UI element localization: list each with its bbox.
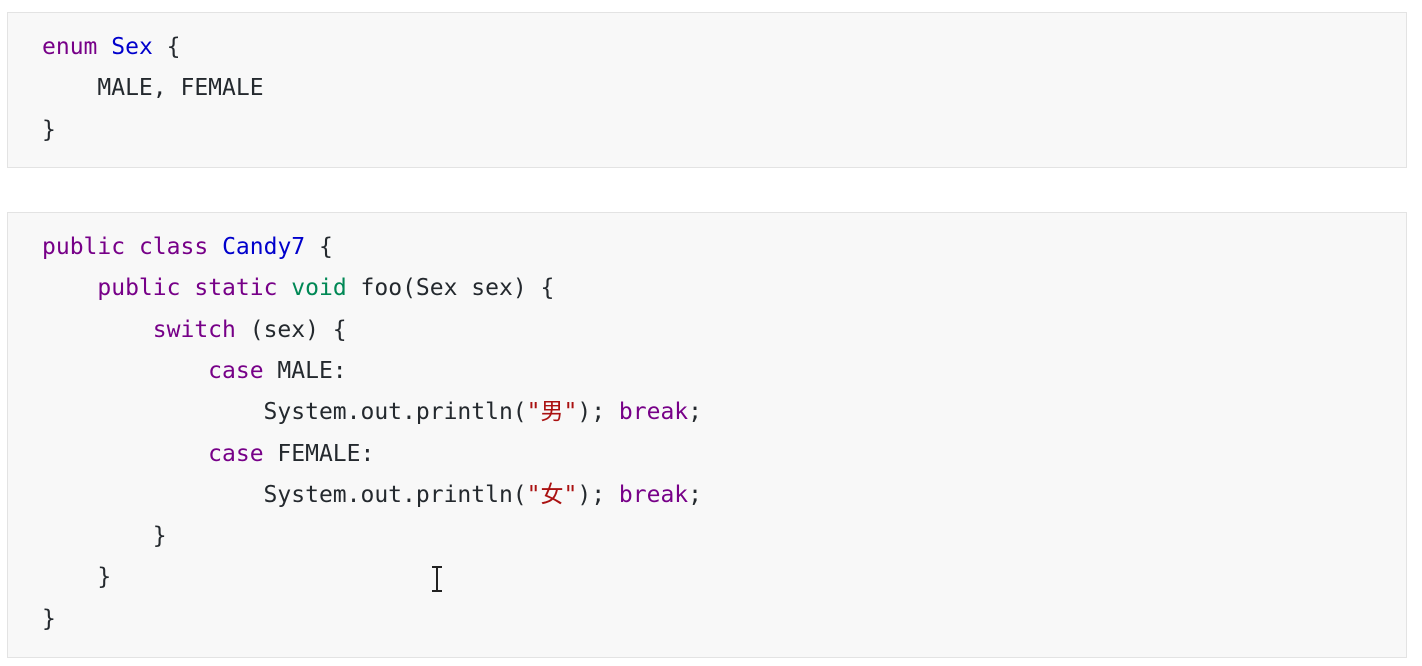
code-line: enum Sex { — [42, 27, 181, 68]
code-token: public — [42, 234, 126, 260]
code-token: "女" — [526, 481, 578, 508]
code-token: } — [42, 564, 112, 591]
code-token: switch — [152, 316, 236, 343]
code-token: } — [42, 523, 167, 550]
code-token: ; — [688, 481, 703, 508]
code-token: class — [138, 234, 209, 260]
code-token: Sex — [111, 34, 153, 60]
code-token: static — [194, 275, 278, 302]
code-line: MALE, FEMALE — [42, 68, 264, 109]
code-block-enum: enum Sex { MALE, FEMALE} — [7, 12, 1407, 168]
code-token: ; — [688, 399, 703, 426]
code-token: case — [208, 440, 264, 467]
code-token: } — [42, 116, 56, 143]
code-token: MALE, FEMALE — [42, 75, 264, 102]
code-line: System.out.println("女"); break; — [42, 475, 702, 516]
code-token: ); — [577, 399, 619, 426]
code-token: break — [618, 481, 689, 508]
code-token: "男" — [526, 399, 578, 426]
code-token: case — [208, 357, 264, 384]
code-token: (sex) { — [235, 316, 347, 343]
code-token: enum — [42, 34, 98, 60]
code-token: } — [42, 605, 56, 632]
code-line: case FEMALE: — [42, 434, 374, 475]
code-line: public static void foo(Sex sex) { — [42, 268, 554, 309]
code-line: } — [42, 557, 111, 598]
code-token: foo(Sex sex) { — [346, 275, 555, 302]
code-line: switch (sex) { — [42, 310, 347, 351]
code-line: } — [42, 110, 56, 151]
text-cursor-icon — [432, 566, 442, 592]
code-token: Candy7 — [222, 234, 306, 260]
code-token: ); — [577, 481, 619, 508]
code-token: FEMALE: — [263, 440, 375, 467]
code-line: } — [42, 599, 56, 640]
code-token: break — [618, 399, 689, 426]
code-line: System.out.println("男"); break; — [42, 392, 702, 433]
code-token: System.out.println( — [42, 481, 527, 508]
code-token: public — [97, 275, 181, 302]
code-token: { — [152, 34, 181, 60]
code-block-class: public class Candy7 { public static void… — [7, 212, 1407, 658]
code-line: } — [42, 516, 167, 557]
code-line: case MALE: — [42, 351, 347, 392]
code-token: System.out.println( — [42, 399, 527, 426]
code-line: public class Candy7 { — [42, 227, 333, 268]
code-token: { — [305, 234, 333, 260]
code-token: MALE: — [263, 357, 347, 384]
code-token: void — [291, 275, 347, 302]
